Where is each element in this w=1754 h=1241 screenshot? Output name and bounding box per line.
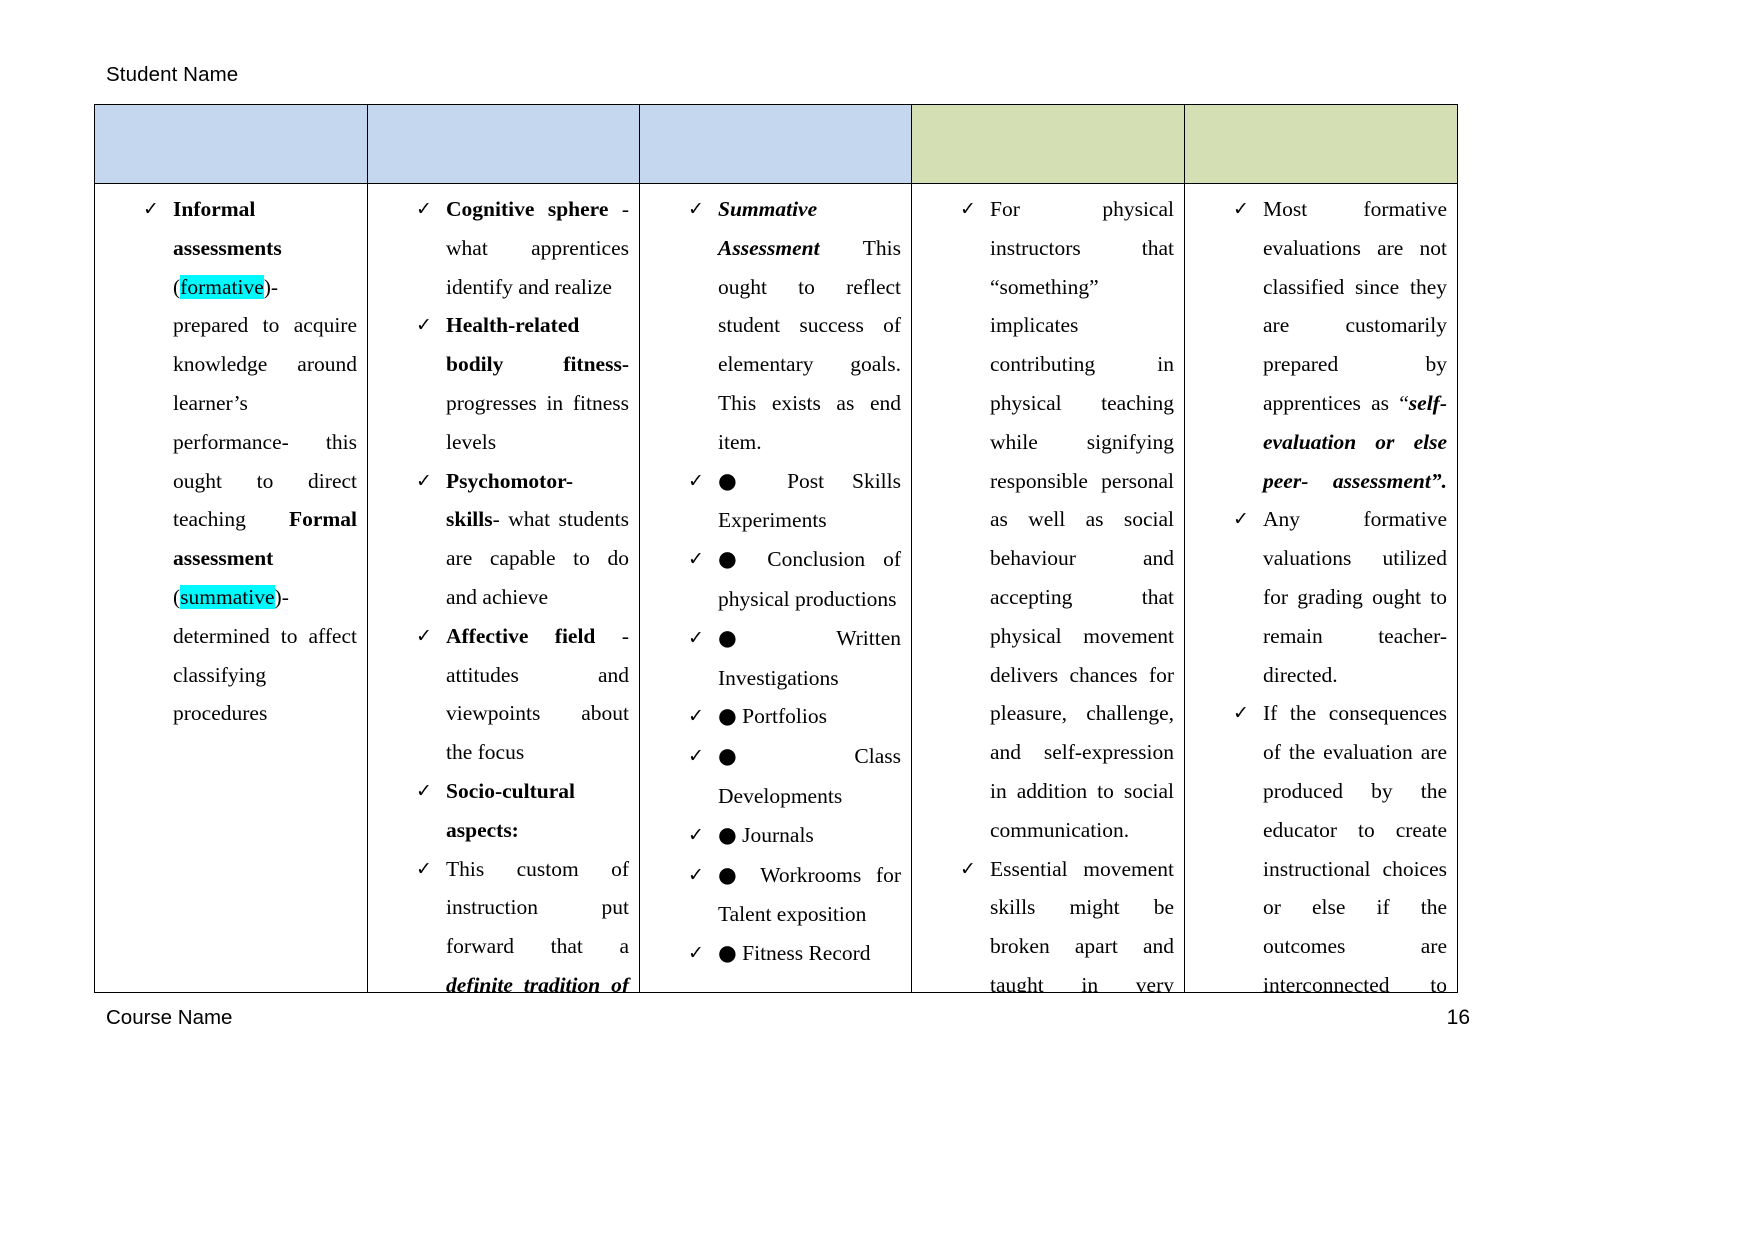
document-page: Student Name Informal assessments (forma…	[0, 0, 1754, 1241]
table-cell-column-3: Summative Assessment This ought to refle…	[639, 183, 912, 993]
list-item: Cognitive sphere - what apprentices iden…	[374, 190, 629, 306]
checklist-column-4: For physical instructors that “something…	[918, 190, 1174, 992]
checklist-column-1: Informal assessments (formative)- prepar…	[101, 190, 357, 733]
header-cell-5	[1184, 104, 1458, 184]
page-number: 16	[1446, 1006, 1470, 1029]
list-item: Most formative evaluations are not class…	[1191, 190, 1447, 500]
page-header: Student Name	[106, 63, 239, 86]
list-item: ● Post Skills Experiments	[646, 462, 901, 541]
list-item: Psychomotor- skills- what students are c…	[374, 462, 629, 617]
list-item: Health-related bodily fitness- progresse…	[374, 306, 629, 461]
list-item: ● Portfolios	[646, 697, 901, 737]
content-table: Informal assessments (formative)- prepar…	[94, 104, 1458, 993]
list-item: Summative Assessment This ought to refle…	[646, 190, 901, 462]
header-cell-1	[94, 104, 368, 184]
checklist-column-5: Most formative evaluations are not class…	[1191, 190, 1447, 992]
list-item: Affective field - attitudes and viewpoin…	[374, 617, 629, 772]
list-item: ● Workrooms for Talent exposition	[646, 856, 901, 935]
list-item: Socio-cultural aspects:	[374, 772, 629, 850]
header-cell-4	[911, 104, 1185, 184]
checklist-column-2: Cognitive sphere - what apprentices iden…	[374, 190, 629, 992]
list-item: If the consequences of the evaluation ar…	[1191, 694, 1447, 991]
page-footer: Course Name	[106, 1006, 233, 1029]
table-cell-column-2: Cognitive sphere - what apprentices iden…	[367, 183, 640, 993]
list-item: ● Conclusion of physical productions	[646, 540, 901, 619]
table-cell-column-4: For physical instructors that “something…	[911, 183, 1185, 993]
table-cell-column-5: Most formative evaluations are not class…	[1184, 183, 1458, 993]
list-item: ● Written Investigations	[646, 619, 901, 698]
header-cell-3	[639, 104, 912, 184]
table-cell-column-1: Informal assessments (formative)- prepar…	[94, 183, 368, 993]
list-item: ● Journals	[646, 816, 901, 856]
list-item: ● Class Developments	[646, 737, 901, 816]
list-item: Any formative valuations utilized for gr…	[1191, 500, 1447, 694]
table-header-row	[94, 104, 1458, 184]
list-item: For physical instructors that “something…	[918, 190, 1174, 850]
table-body-row: Informal assessments (formative)- prepar…	[94, 183, 1458, 993]
list-item: This custom of instruction put forward t…	[374, 850, 629, 992]
header-cell-2	[367, 104, 640, 184]
checklist-column-3: Summative Assessment This ought to refle…	[646, 190, 901, 974]
list-item: Essential movement skills might be broke…	[918, 850, 1174, 992]
list-item: ● Fitness Record	[646, 934, 901, 974]
list-item: Informal assessments (formative)- prepar…	[101, 190, 357, 733]
